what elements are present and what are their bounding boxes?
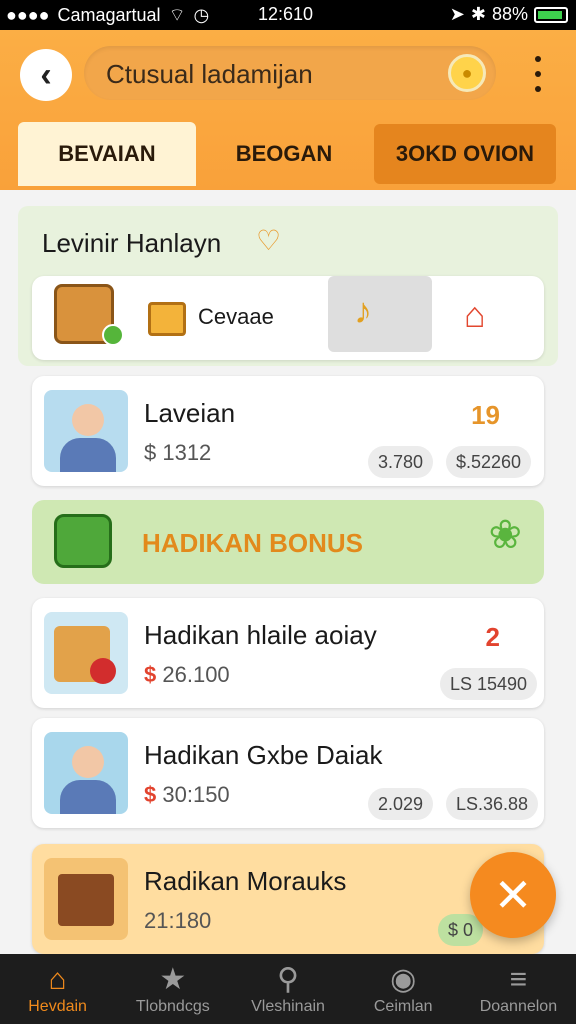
avatar [44, 732, 128, 814]
stat-pill: LS.36.88 [446, 788, 539, 820]
list-item[interactable]: Hadikan Gxbe Daiak $ 30:150 2.029 LS.36.… [32, 718, 544, 828]
sprout-icon: ❀ [488, 513, 522, 557]
app-header: ‹ Ctusual ladamijan ● BEVAIAN BEOGAN 3OK… [0, 30, 576, 190]
close-icon: ✕ [493, 869, 533, 921]
item-name: Hadikan hlaile aoiay [144, 620, 377, 650]
bottom-nav: ⌂ Hevdain ★ Tlobndcgs ⚲ Vleshinain ◉ Cei… [0, 954, 576, 1024]
nav-favorites[interactable]: ★ Tlobndcgs [115, 954, 230, 1024]
category-row: Cevaae ♪ ⌂ [32, 276, 544, 360]
bonus-banner[interactable]: HADIKAN BONUS ❀ [32, 500, 544, 584]
list-item[interactable]: Laveian $ 1312 19 3.780 $.52260 [32, 376, 544, 486]
item-price: 21:180 [144, 908, 211, 934]
list-item[interactable]: Hadikan hlaile aoiay $ 26.100 2 LS 15490 [32, 598, 544, 708]
stat-pill: $.52260 [446, 446, 532, 478]
item-price: $ 26.100 [144, 662, 230, 687]
section-title: Levinir Hanlayn [42, 228, 222, 258]
back-arrow-icon: ‹ [40, 55, 52, 94]
nav-search[interactable]: ⚲ Vleshinain [230, 954, 345, 1024]
stat-pill: 3.780 [368, 446, 434, 478]
avatar [44, 390, 128, 472]
bluetooth-icon: ✱ [470, 4, 486, 24]
tab-bevaian[interactable]: BEVAIAN [18, 122, 196, 186]
item-rank: 2 [485, 622, 500, 652]
tab-beogan[interactable]: BEOGAN [196, 122, 372, 186]
status-bar: ●●●● Camagartual ⌔ ◷ 12:610 ➤ ✱ 88% [0, 0, 576, 30]
battery-icon [534, 6, 568, 23]
price-value: $ 1312 [144, 440, 212, 465]
money-icon [54, 514, 112, 568]
nav-home[interactable]: ⌂ Hevdain [0, 954, 115, 1024]
item-name: Laveian [144, 398, 236, 428]
badge-icon [102, 324, 124, 346]
search-input[interactable]: Ctusual ladamijan [106, 59, 313, 90]
box-icon[interactable] [148, 302, 186, 336]
battery-percent: 88% [491, 4, 528, 24]
back-button[interactable]: ‹ [20, 49, 72, 101]
price-value: 30:150 [162, 782, 230, 807]
item-name: Radikan Morauks [144, 866, 347, 896]
search-bar[interactable]: Ctusual ladamijan ● [84, 46, 496, 100]
avatar [44, 612, 128, 694]
home-icon: ⌂ [48, 963, 67, 996]
house-icon[interactable]: ⌂ [464, 294, 486, 336]
item-price: $ 1312 [144, 440, 211, 466]
bonus-label: HADIKAN BONUS [142, 528, 363, 558]
carrier-label: Camagartual [57, 5, 161, 25]
item-rank: 19 [471, 400, 500, 430]
guitar-icon: ♪ [354, 290, 372, 331]
close-fab-button[interactable]: ✕ [470, 852, 556, 938]
stat-pill: 2.029 [368, 788, 434, 820]
nav-status[interactable]: ◉ Ceimlan [346, 954, 461, 1024]
list-item[interactable]: Radikan Morauks 21:180 $ 0 [32, 844, 544, 954]
search-icon: ⚲ [277, 963, 299, 996]
nav-menu[interactable]: ≡ Doannelon [461, 954, 576, 1024]
coin-icon[interactable]: ● [448, 54, 486, 92]
clock-icon: ◷ [193, 5, 210, 25]
signal-icon: ●●●● [6, 5, 50, 25]
wifi-icon: ⌔ [168, 5, 186, 25]
more-menu-icon[interactable] [532, 56, 544, 92]
status-time: 12:610 [258, 4, 314, 24]
list-icon: ≡ [509, 963, 528, 996]
category-label[interactable]: Cevaae [198, 304, 274, 330]
item-name: Hadikan Gxbe Daiak [144, 740, 383, 770]
shield-icon: ◉ [390, 963, 417, 996]
featured-section: Levinir Hanlayn ♡ Cevaae ♪ ⌂ [18, 206, 558, 366]
location-icon: ➤ [449, 4, 465, 24]
heart-icon[interactable]: ♡ [256, 224, 281, 257]
category-instrument[interactable]: ♪ [328, 276, 432, 352]
stat-pill: LS 15490 [440, 668, 538, 700]
tab-3okd-ovion[interactable]: 3OKD OVION [374, 124, 556, 184]
price-value: 26.100 [162, 662, 230, 687]
avatar [44, 858, 128, 940]
tab-bar: BEVAIAN BEOGAN 3OKD OVION [18, 122, 558, 186]
price-value: 21:180 [144, 908, 212, 933]
item-price: $ 30:150 [144, 782, 230, 807]
star-icon: ★ [159, 963, 187, 996]
